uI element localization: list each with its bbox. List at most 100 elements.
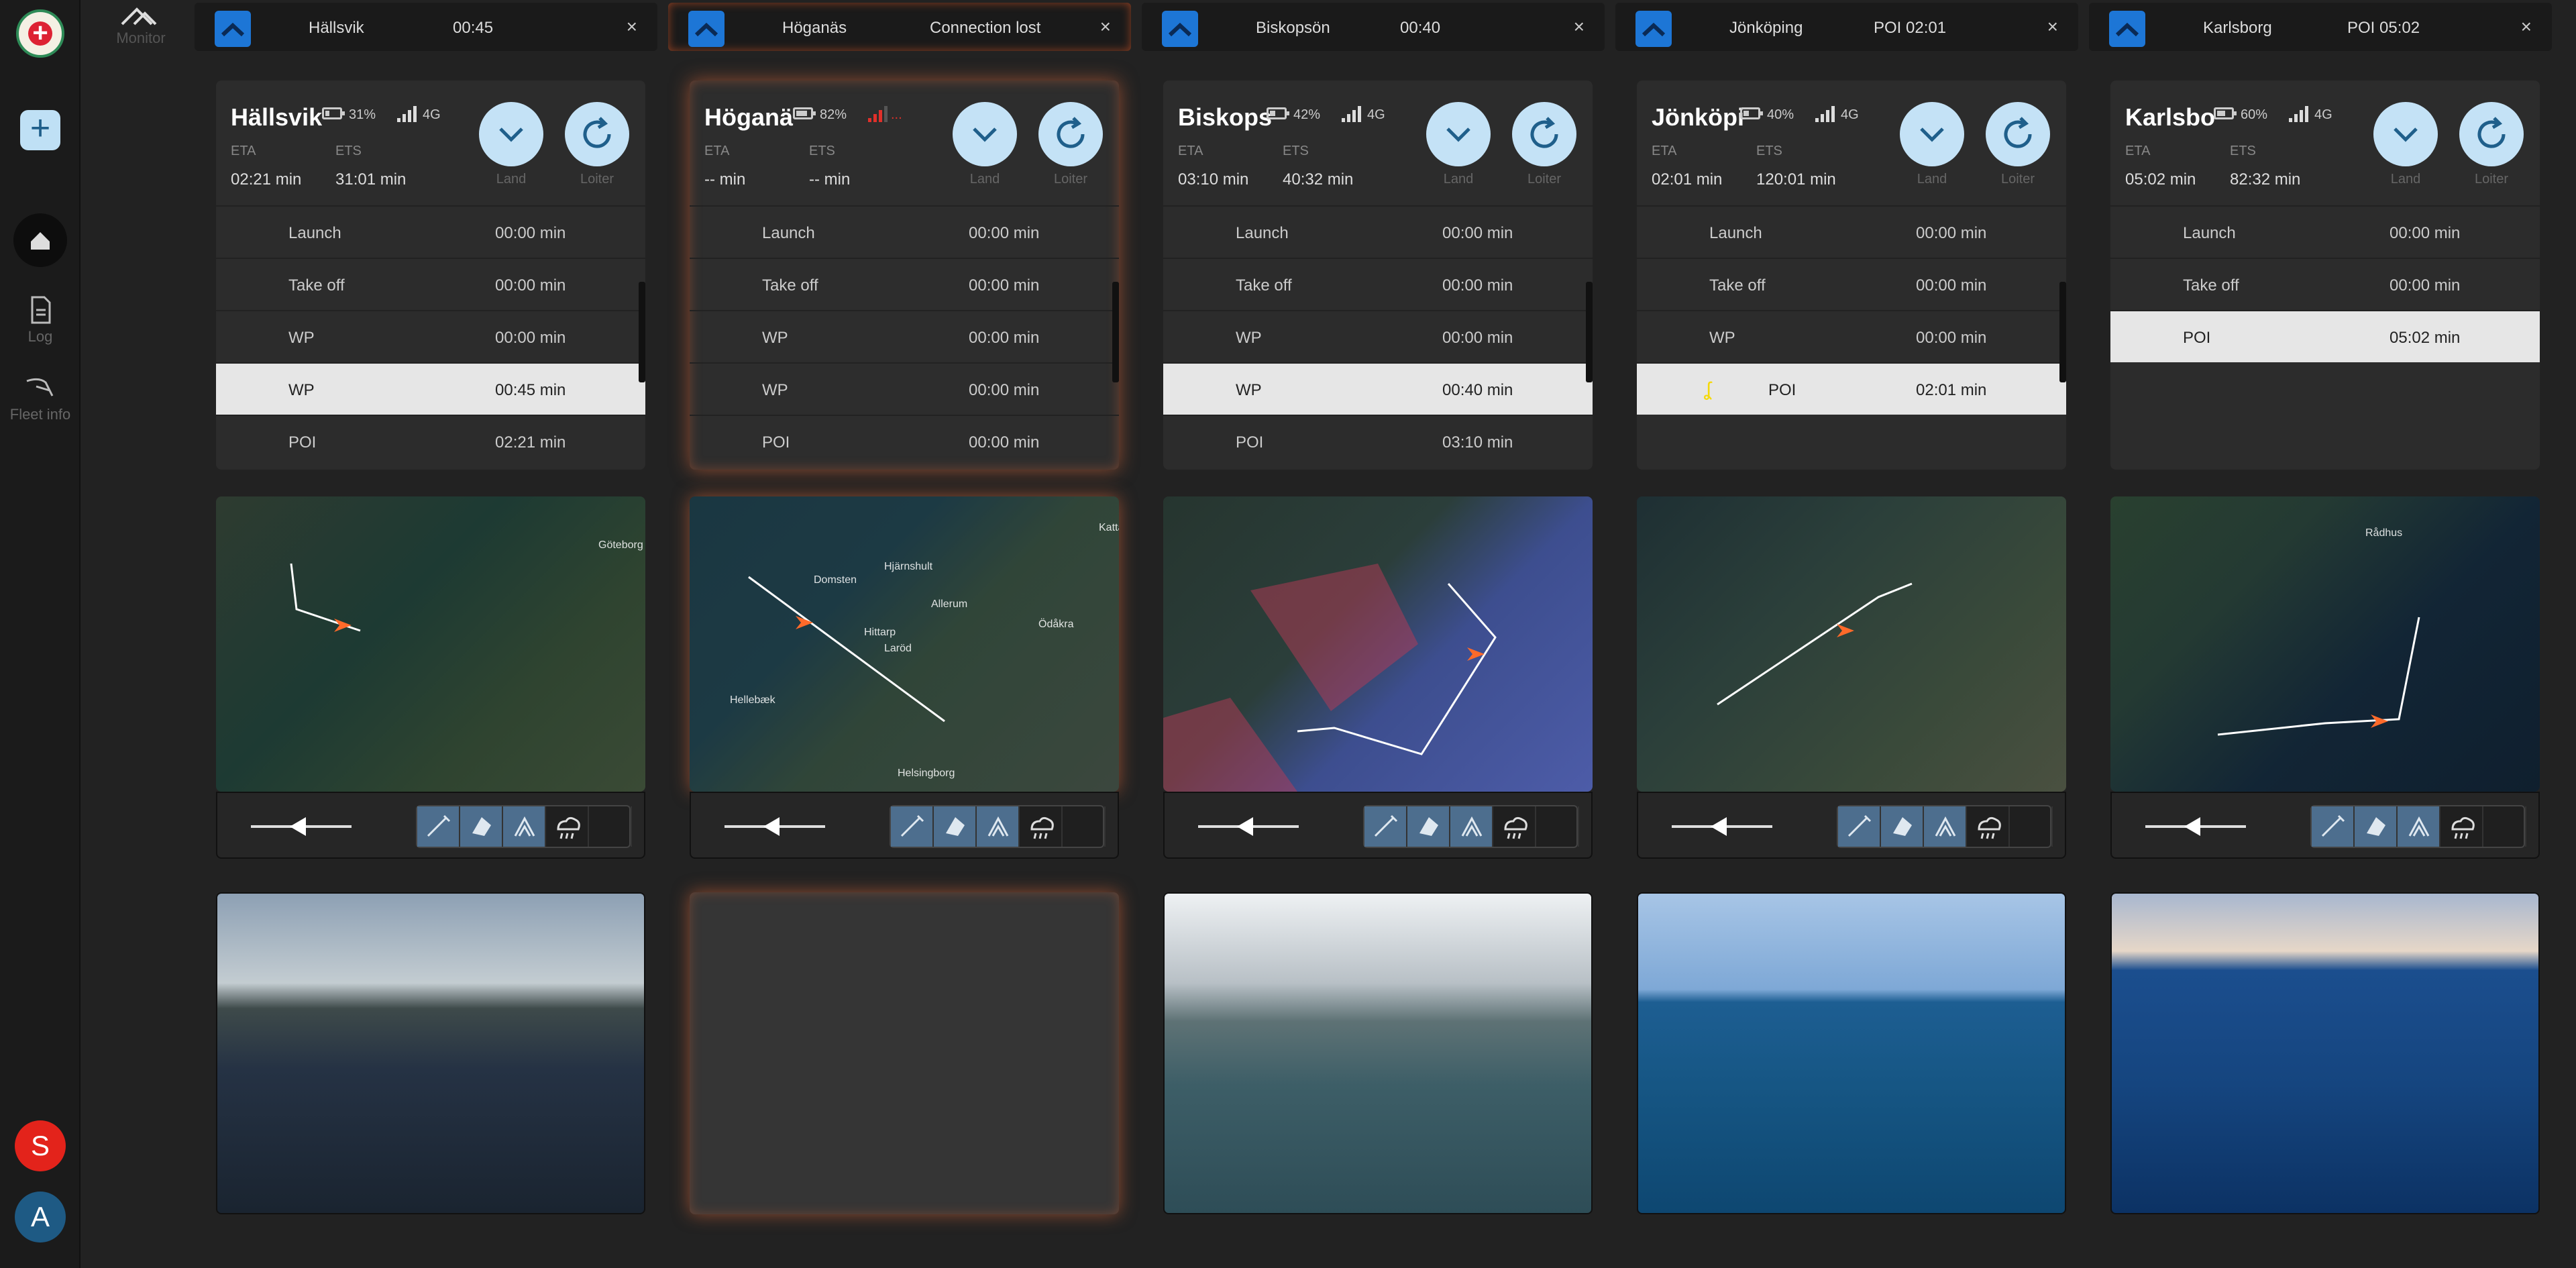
route-edit-tool[interactable] (417, 806, 460, 847)
schedule-row[interactable]: Take off 00:00 min (690, 258, 1119, 310)
mission-map[interactable] (1163, 496, 1593, 792)
loiter-button[interactable] (565, 102, 629, 166)
monitor-tab[interactable]: Monitor (107, 4, 174, 51)
zoom-slider-handle[interactable] (763, 817, 780, 836)
home-button[interactable] (13, 213, 67, 267)
schedule-scrollbar[interactable] (1586, 282, 1593, 382)
land-button[interactable] (479, 102, 543, 166)
route-edit-tool[interactable] (891, 806, 934, 847)
drone-tab-hallsvik[interactable]: Hällsvik 00:45 × (195, 3, 657, 51)
schedule-row[interactable]: Take off 00:00 min (1637, 258, 2066, 310)
altitude-tool[interactable] (1924, 806, 1967, 847)
tab-close-button[interactable]: × (2047, 16, 2058, 38)
schedule-row[interactable]: POI 03:10 min (1163, 415, 1593, 467)
schedule-row[interactable]: WP 00:00 min (690, 310, 1119, 362)
land-button[interactable] (2373, 102, 2438, 166)
schedule-row[interactable]: WP 00:00 min (216, 310, 645, 362)
user-avatar-s[interactable]: S (15, 1120, 66, 1171)
schedule-row[interactable]: WP 00:45 min (216, 362, 645, 415)
add-drone-button[interactable]: + (20, 110, 60, 150)
drone-tab-hoganas[interactable]: Höganäs Connection lost × (668, 3, 1131, 51)
empty-tool[interactable] (2483, 806, 2526, 847)
geofence-tool[interactable] (934, 806, 977, 847)
schedule-scrollbar[interactable] (2059, 282, 2066, 382)
schedule-row[interactable]: Launch 00:00 min (690, 205, 1119, 258)
loiter-button[interactable] (1986, 102, 2050, 166)
land-button[interactable] (1426, 102, 1491, 166)
mission-map[interactable]: Göteborg (216, 496, 645, 792)
geofence-tool[interactable] (1881, 806, 1924, 847)
route-edit-tool[interactable] (2312, 806, 2355, 847)
camera-feed[interactable] (2110, 892, 2540, 1214)
mission-map[interactable]: Kattarp Domsten Hjärnshult Allerum Hittarp La… (690, 496, 1119, 792)
schedule-row[interactable]: Launch 00:00 min (216, 205, 645, 258)
geofence-tool[interactable] (460, 806, 503, 847)
loiter-label: Loiter (1053, 172, 1088, 187)
loiter-button[interactable] (1512, 102, 1576, 166)
schedule-row[interactable]: WP 00:00 min (1163, 310, 1593, 362)
tab-close-button[interactable]: × (1574, 16, 1585, 38)
route-edit-tool[interactable] (1838, 806, 1881, 847)
nav-fleet-info[interactable]: Fleet info (0, 376, 80, 423)
tab-status: POI 02:01 (1874, 19, 1947, 37)
geofence-tool[interactable] (1407, 806, 1450, 847)
drone-marker[interactable] (334, 619, 352, 632)
land-label: Land (969, 172, 1000, 187)
weather-tool[interactable] (546, 806, 589, 847)
weather-tool[interactable] (1020, 806, 1063, 847)
camera-feed[interactable] (690, 892, 1119, 1214)
drone-tab-jonkoping[interactable]: Jönköping POI 02:01 × (1615, 3, 2078, 51)
schedule-row[interactable]: ʆ POI 02:01 min (1637, 362, 2066, 415)
camera-feed[interactable] (1163, 892, 1593, 1214)
schedule-scrollbar[interactable] (639, 282, 645, 382)
empty-tool[interactable] (1536, 806, 1579, 847)
user-avatar-a[interactable]: A (15, 1192, 66, 1243)
zoom-slider-handle[interactable] (1711, 817, 1727, 836)
empty-tool[interactable] (589, 806, 632, 847)
schedule-row[interactable]: WP 00:00 min (690, 362, 1119, 415)
zoom-slider-handle[interactable] (290, 817, 306, 836)
mission-map[interactable] (1637, 496, 2066, 792)
loiter-button[interactable] (2459, 102, 2524, 166)
drone-marker[interactable] (1837, 624, 1854, 637)
schedule-row[interactable]: Launch 00:00 min (1637, 205, 2066, 258)
tab-close-button[interactable]: × (1100, 16, 1111, 38)
land-button[interactable] (1900, 102, 1964, 166)
altitude-tool[interactable] (1450, 806, 1493, 847)
loiter-button[interactable] (1038, 102, 1103, 166)
land-button[interactable] (953, 102, 1017, 166)
camera-feed[interactable] (216, 892, 645, 1214)
schedule-row[interactable]: POI 00:00 min (690, 415, 1119, 467)
zoom-slider-handle[interactable] (1237, 817, 1253, 836)
schedule-row[interactable]: Take off 00:00 min (1163, 258, 1593, 310)
schedule-row[interactable]: Take off 00:00 min (2110, 258, 2540, 310)
zoom-slider-handle[interactable] (2184, 817, 2200, 836)
altitude-tool[interactable] (503, 806, 546, 847)
schedule-row[interactable]: POI 02:21 min (216, 415, 645, 467)
schedule-row[interactable]: POI 05:02 min (2110, 310, 2540, 362)
schedule-row[interactable]: Take off 00:00 min (216, 258, 645, 310)
schedule-row[interactable]: WP 00:00 min (1637, 310, 2066, 362)
weather-tool[interactable] (1493, 806, 1536, 847)
schedule-row[interactable]: Launch 00:00 min (2110, 205, 2540, 258)
nav-log[interactable]: Log (0, 295, 80, 346)
tab-close-button[interactable]: × (627, 16, 637, 38)
geofence-tool[interactable] (2355, 806, 2398, 847)
weather-tool[interactable] (2440, 806, 2483, 847)
schedule-row[interactable]: WP 00:40 min (1163, 362, 1593, 415)
route-edit-tool[interactable] (1364, 806, 1407, 847)
altitude-tool[interactable] (977, 806, 1020, 847)
camera-feed[interactable] (1637, 892, 2066, 1214)
altitude-tool[interactable] (2398, 806, 2440, 847)
schedule-row[interactable]: Launch 00:00 min (1163, 205, 1593, 258)
mission-map[interactable]: Rådhus (2110, 496, 2540, 792)
drone-tab-biskopson[interactable]: Biskopsön 00:40 × (1142, 3, 1605, 51)
schedule-scrollbar[interactable] (1112, 282, 1119, 382)
drone-tab-karlsborg[interactable]: Karlsborg POI 05:02 × (2089, 3, 2552, 51)
tab-close-button[interactable]: × (2521, 16, 2532, 38)
weather-tool[interactable] (1967, 806, 2010, 847)
eta-label: ETA (1652, 144, 1677, 158)
empty-tool[interactable] (1063, 806, 1106, 847)
schedule-time: 00:00 min (1442, 329, 1513, 347)
empty-tool[interactable] (2010, 806, 2053, 847)
